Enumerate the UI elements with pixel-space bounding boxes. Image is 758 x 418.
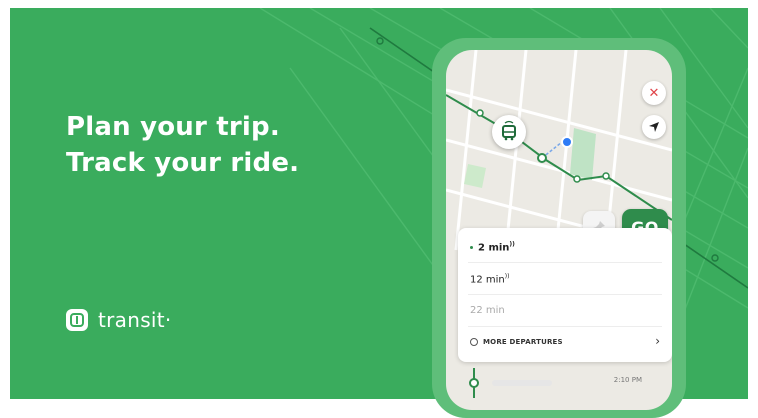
brand: transit· [66, 308, 172, 332]
departure-time: 2 min [478, 242, 510, 254]
more-departures-link[interactable]: MORE DEPARTURES [470, 338, 563, 346]
departure-time: 12 min [470, 274, 505, 286]
locate-button[interactable] [642, 115, 666, 139]
next-stop-row[interactable]: 2:10 PM [446, 368, 672, 398]
brand-name: transit· [98, 308, 172, 332]
divider [468, 262, 662, 263]
vehicle-marker[interactable] [492, 115, 526, 149]
departures-card: 2 min)) 12 min)) 22 min MORE DEPARTURES … [458, 228, 672, 362]
clock-icon [470, 338, 478, 346]
divider [468, 326, 662, 327]
divider [468, 294, 662, 295]
headline: Plan your trip. Track your ride. [66, 109, 299, 181]
bus-icon [502, 120, 516, 141]
stop-time: 2:10 PM [613, 376, 642, 384]
headline-line-1: Plan your trip. [66, 112, 280, 142]
stop-name-placeholder [492, 380, 552, 386]
close-button[interactable]: ✕ [642, 81, 666, 105]
realtime-signal-icon: )) [509, 241, 515, 248]
departure-time: 22 min [470, 305, 505, 316]
navigation-arrow-icon [649, 122, 659, 132]
more-departures-label: MORE DEPARTURES [483, 338, 563, 346]
realtime-dot-icon [470, 245, 473, 249]
departure-row[interactable]: 22 min [470, 305, 505, 316]
realtime-signal-icon: )) [504, 273, 510, 280]
phone-screen: ✕ GO 2 min)) 12 min)) 22 min MORE DEPART… [446, 50, 672, 410]
departure-row[interactable]: 2 min)) [470, 241, 515, 253]
route-line-icon [469, 368, 479, 398]
transit-logo-icon [66, 309, 88, 331]
departure-row[interactable]: 12 min)) [470, 273, 509, 285]
current-location-dot [561, 136, 573, 148]
headline-line-2: Track your ride. [66, 148, 300, 178]
close-icon: ✕ [648, 85, 660, 101]
chevron-right-icon[interactable]: › [655, 334, 660, 348]
